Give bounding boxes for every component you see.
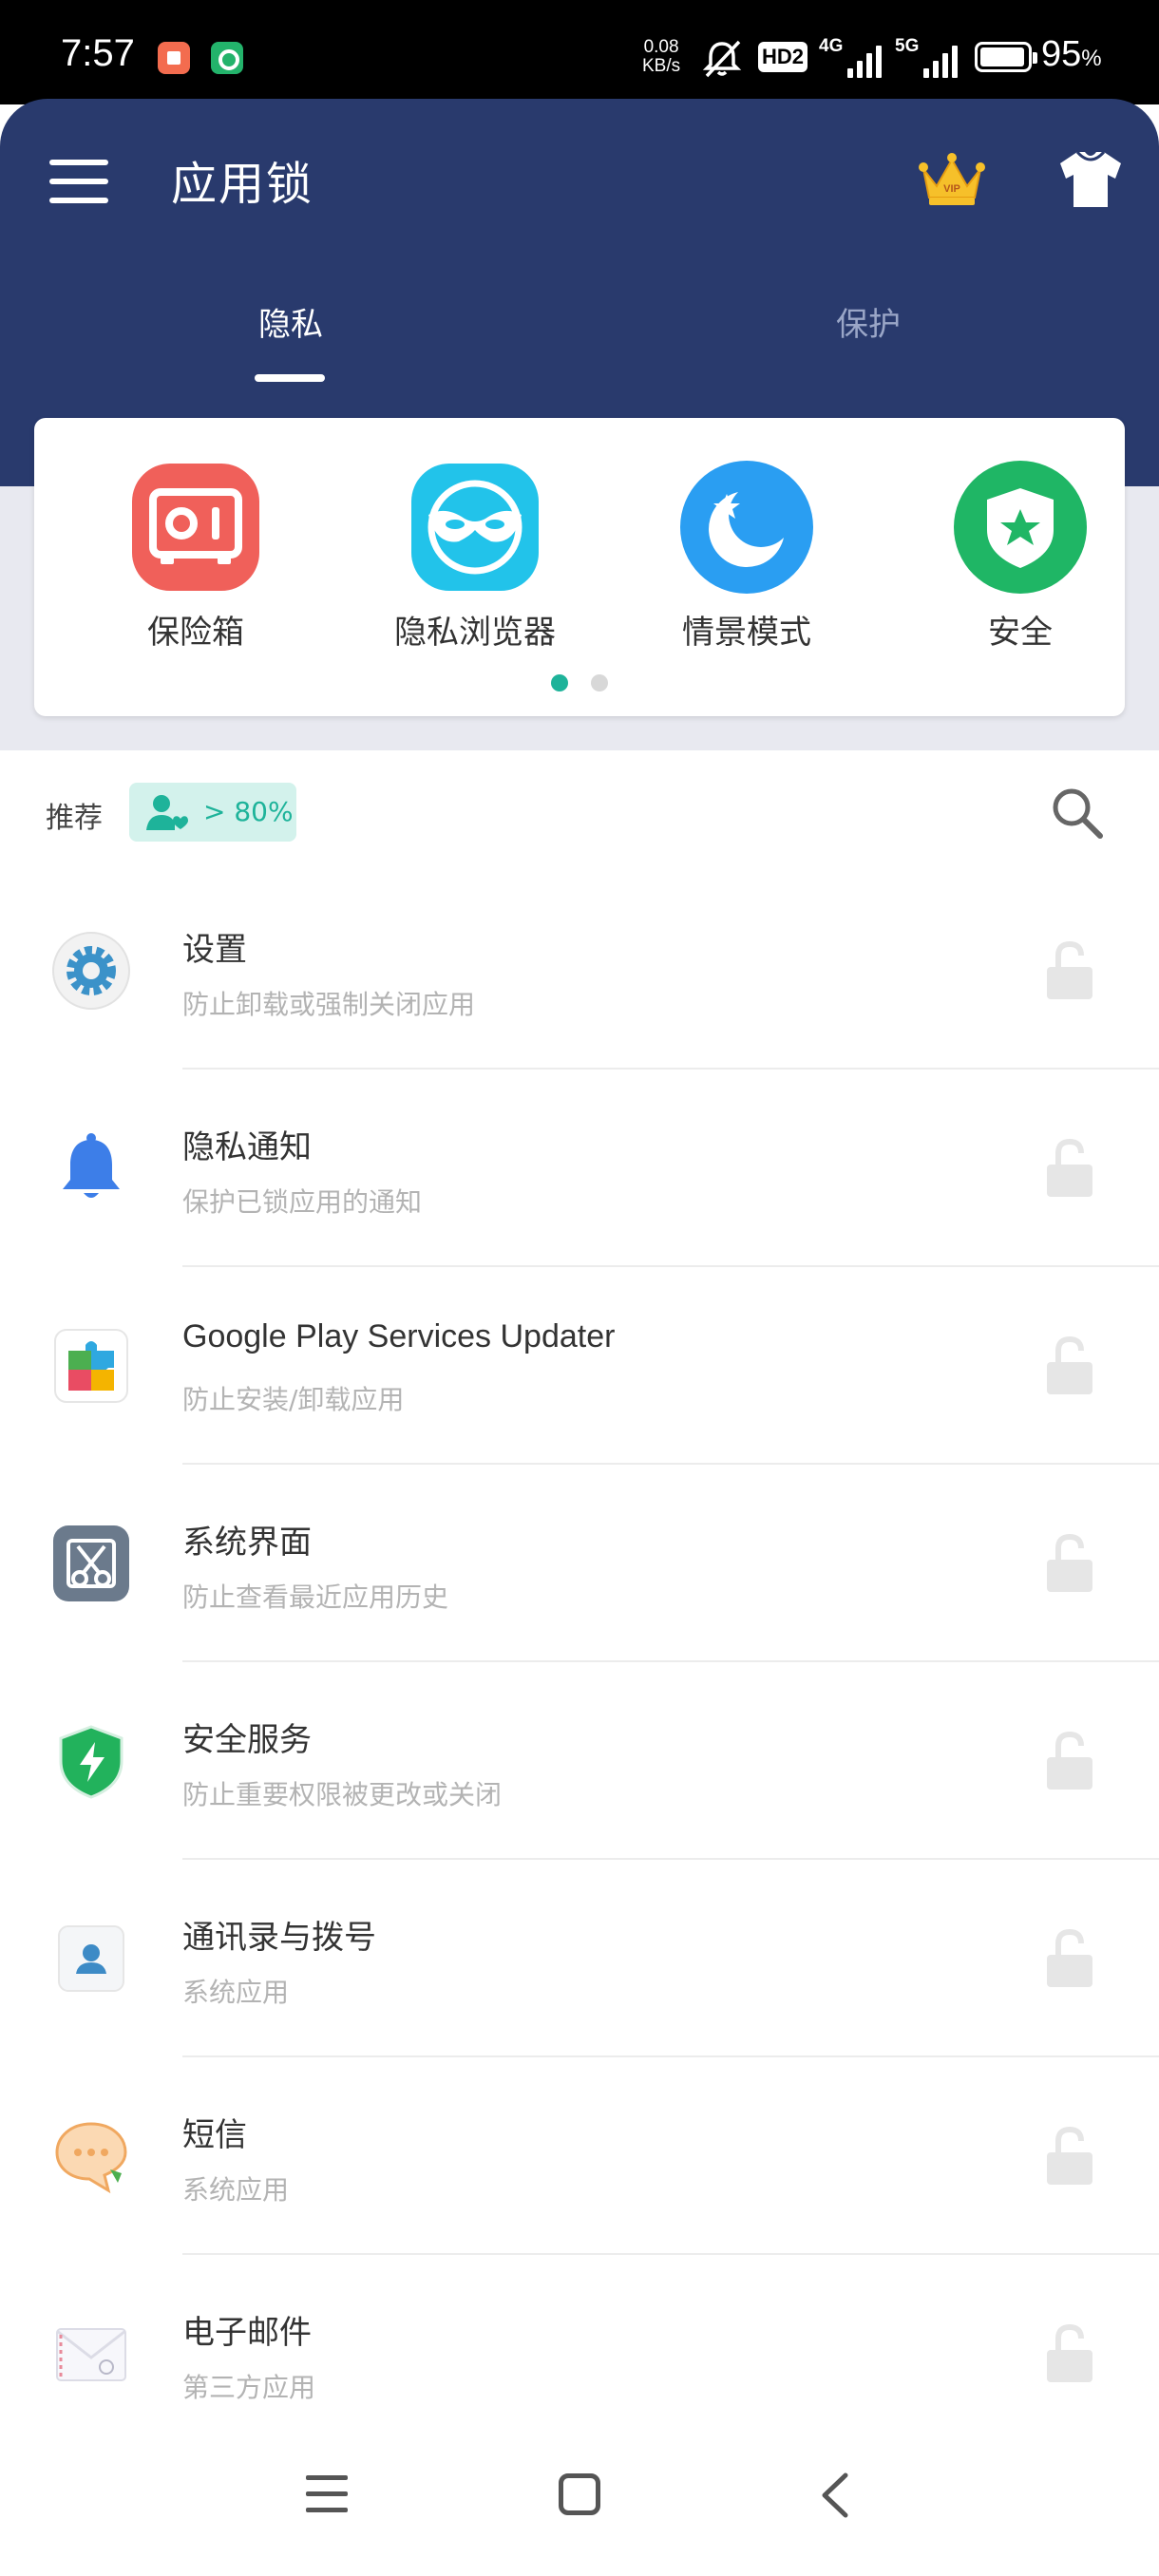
list-item[interactable]: 隐私通知 保护已锁应用的通知 bbox=[0, 1070, 1159, 1267]
puzzle-icon bbox=[54, 1329, 128, 1403]
app-name: 隐私通知 bbox=[182, 1128, 312, 1166]
feature-scene-mode[interactable]: 情景模式 bbox=[642, 460, 851, 653]
list-item[interactable]: 电子邮件 第三方应用 bbox=[0, 2255, 1159, 2453]
app-desc: 防止卸载或强制关闭应用 bbox=[182, 989, 476, 1020]
contact-icon bbox=[58, 1925, 124, 1992]
envelope-icon bbox=[56, 2328, 126, 2381]
feature-label: 保险箱 bbox=[147, 614, 244, 652]
shield-star-icon bbox=[953, 460, 1088, 595]
carousel-dot-active[interactable] bbox=[551, 674, 568, 691]
app-name: 设置 bbox=[182, 931, 247, 969]
network-speed: 0.08 KB/s bbox=[642, 37, 681, 76]
back-icon[interactable] bbox=[815, 2472, 853, 2519]
signal-4g-icon: 4G bbox=[819, 36, 887, 78]
shield-bolt-icon bbox=[59, 1725, 124, 1799]
list-item[interactable]: 系统界面 防止查看最近应用历史 bbox=[0, 1465, 1159, 1662]
signal-5g-icon: 5G bbox=[895, 36, 963, 78]
unlock-icon[interactable] bbox=[1045, 1731, 1094, 1791]
app-desc: 系统应用 bbox=[182, 2174, 290, 2206]
recent-apps-icon[interactable] bbox=[306, 2475, 348, 2513]
notification-app-icon bbox=[158, 42, 190, 74]
gear-icon bbox=[52, 932, 130, 1010]
recommend-percent: > 80% bbox=[203, 796, 294, 827]
battery-icon bbox=[975, 42, 1037, 72]
status-time: 7:57 bbox=[61, 32, 135, 74]
list-item[interactable]: 短信 系统应用 bbox=[0, 2057, 1159, 2255]
mask-icon bbox=[408, 460, 542, 595]
vip-text: VIP bbox=[943, 183, 960, 195]
vip-crown-icon[interactable]: VIP bbox=[918, 152, 986, 209]
theme-shirt-icon[interactable] bbox=[1056, 148, 1125, 211]
unlock-icon[interactable] bbox=[1045, 940, 1094, 1001]
home-icon[interactable] bbox=[559, 2473, 600, 2515]
app-name: 系统界面 bbox=[182, 1524, 312, 1562]
hd-voice-badge: HD2 bbox=[758, 42, 808, 72]
list-item[interactable]: 设置 防止卸载或强制关闭应用 bbox=[0, 872, 1159, 1070]
feature-label: 情景模式 bbox=[682, 614, 811, 652]
app-desc: 防止查看最近应用历史 bbox=[182, 1582, 449, 1613]
feature-label: 隐私浏览器 bbox=[394, 614, 556, 652]
system-navbar bbox=[0, 2432, 1159, 2576]
mute-icon bbox=[702, 40, 742, 78]
scissors-icon bbox=[53, 1525, 129, 1601]
app-desc: 防止安装/卸载应用 bbox=[182, 1384, 405, 1415]
app-name: 安全服务 bbox=[182, 1721, 312, 1759]
page-title: 应用锁 bbox=[171, 158, 314, 211]
unlock-icon[interactable] bbox=[1045, 1138, 1094, 1199]
hamburger-menu-icon[interactable] bbox=[49, 160, 108, 203]
app-desc: 保护已锁应用的通知 bbox=[182, 1186, 423, 1218]
tab-protect[interactable]: 保护 bbox=[836, 298, 901, 345]
battery-percent: 95% bbox=[1041, 34, 1102, 74]
feature-safe-box[interactable]: 保险箱 bbox=[91, 460, 300, 653]
tab-privacy[interactable]: 隐私 bbox=[258, 298, 323, 345]
recommend-label: 推荐 bbox=[46, 802, 103, 835]
unlock-icon[interactable] bbox=[1045, 2126, 1094, 2187]
unlock-icon[interactable] bbox=[1045, 1335, 1094, 1396]
bell-icon bbox=[63, 1133, 120, 1198]
unlock-icon[interactable] bbox=[1045, 1928, 1094, 1989]
app-desc: 系统应用 bbox=[182, 1977, 290, 2008]
notification-sync-icon bbox=[211, 42, 243, 74]
safe-box-icon bbox=[128, 460, 263, 595]
chat-bubble-icon bbox=[55, 2122, 127, 2194]
user-heart-icon bbox=[146, 795, 188, 830]
unlock-icon[interactable] bbox=[1045, 2323, 1094, 2384]
feature-security[interactable]: 安全 bbox=[916, 460, 1125, 653]
app-name: 电子邮件 bbox=[182, 2314, 312, 2352]
search-icon[interactable] bbox=[1049, 785, 1106, 842]
feature-carousel[interactable]: 保险箱 隐私浏览器 情景模式 安全 bbox=[34, 418, 1125, 716]
list-item[interactable]: Google Play Services Updater 防止安装/卸载应用 bbox=[0, 1267, 1159, 1465]
status-bar: 7:57 0.08 KB/s HD2 4G 5G 95% bbox=[0, 0, 1159, 104]
app-name: 短信 bbox=[182, 2116, 247, 2154]
list-item[interactable]: 安全服务 防止重要权限被更改或关闭 bbox=[0, 1662, 1159, 1860]
app-desc: 防止重要权限被更改或关闭 bbox=[182, 1779, 503, 1810]
feature-private-browser[interactable]: 隐私浏览器 bbox=[370, 460, 580, 653]
app-list: 设置 防止卸载或强制关闭应用 隐私通知 保护已锁应用的通知 Google Pla… bbox=[0, 872, 1159, 2453]
feature-label: 安全 bbox=[988, 614, 1053, 652]
list-item[interactable]: 通讯录与拨号 系统应用 bbox=[0, 1860, 1159, 2057]
unlock-icon[interactable] bbox=[1045, 1533, 1094, 1594]
app-desc: 第三方应用 bbox=[182, 2372, 316, 2403]
tab-indicator bbox=[255, 374, 325, 382]
app-name: 通讯录与拨号 bbox=[182, 1919, 376, 1957]
app-name: Google Play Services Updater bbox=[182, 1318, 616, 1354]
carousel-dot[interactable] bbox=[591, 674, 608, 691]
recommend-badge: > 80% bbox=[129, 783, 296, 842]
moon-star-icon bbox=[679, 460, 814, 595]
